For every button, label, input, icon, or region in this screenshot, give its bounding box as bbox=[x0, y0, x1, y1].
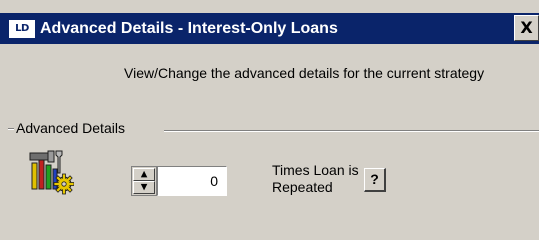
tools-gear-icon bbox=[29, 150, 74, 195]
close-button[interactable]: X bbox=[514, 15, 539, 41]
description-text: View/Change the advanced details for the… bbox=[124, 65, 485, 81]
group-divider-left bbox=[8, 128, 14, 130]
group-divider bbox=[164, 130, 539, 132]
window-title: Advanced Details - Interest-Only Loans bbox=[40, 20, 338, 37]
times-repeated-label: Times Loan is Repeated bbox=[272, 162, 359, 195]
dialog-window: LD Advanced Details - Interest-Only Loan… bbox=[0, 0, 539, 240]
times-repeated-input[interactable]: 0 bbox=[157, 166, 227, 196]
spin-down-button[interactable]: ▼ bbox=[133, 181, 155, 194]
app-logo-icon: LD bbox=[9, 20, 35, 38]
group-label: Advanced Details bbox=[16, 120, 125, 136]
times-repeated-spinner: ▲ ▼ bbox=[131, 166, 157, 196]
help-button[interactable]: ? bbox=[364, 168, 386, 192]
